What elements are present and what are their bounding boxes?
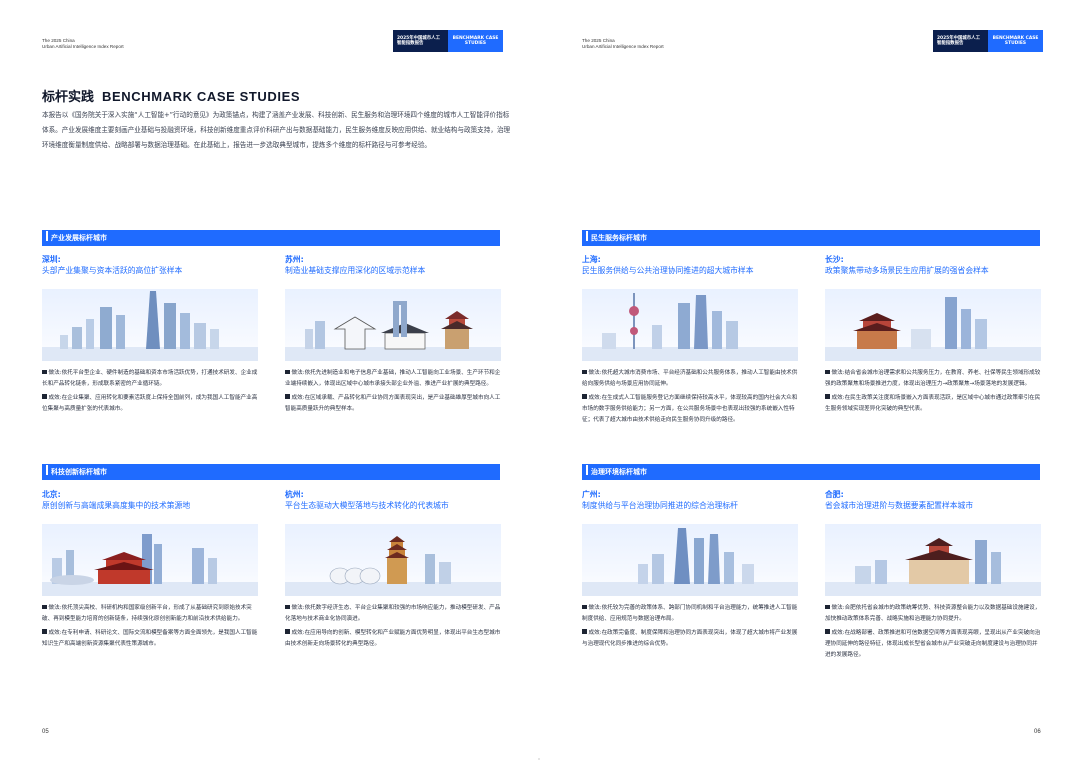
case-notes: 做法:依托数字经济生态、平台企业集聚和较强的市场响应能力，推动模型研发、产品化落… xyxy=(285,604,501,647)
case-slogan: 政策聚焦带动多场景民生应用扩展的强省会样本 xyxy=(825,266,989,275)
section-band-governance: 治理环境标杆城市 xyxy=(582,464,1040,480)
case-method: 依托超大城市消费市场、平台经济基础和公共服务体系，推动人工智能由技术供给向服务供… xyxy=(582,370,798,388)
case-result: 在政策完备度、制度保障和治理协同方面表现突出，体现了超大城市将产业发展与治理现代… xyxy=(582,629,798,647)
case-beijing: 北京: 原创创新与高端成果高度集中的技术策源地 做法:依托顶尖高校、科研机构和国… xyxy=(42,490,262,647)
right-page: The 2025 China Urban Artificial Intellig… xyxy=(540,0,1080,764)
header-subtitle: The 2025 China Urban Artificial Intellig… xyxy=(42,38,124,50)
city-skyline-image xyxy=(825,524,1041,596)
page-title-cn: 标杆实践 xyxy=(42,90,95,105)
case-method: 依托先进制造业和电子信息产业基础，推动人工智能向工业场景、生产环节和企业端持续嵌… xyxy=(285,370,501,388)
header-subtitle-line2: Urban Artificial Intelligence Index Repo… xyxy=(42,44,124,49)
city-skyline-image xyxy=(582,289,798,361)
case-method: 合肥依托省会城市的政策统筹优势、科技资源整合能力以及数据基础设施建设，加快推动政… xyxy=(825,605,1041,623)
case-city: 深圳: xyxy=(42,255,61,264)
left-page: The 2025 China Urban Artificial Intellig… xyxy=(0,0,540,764)
case-slogan: 民生服务供给与公共治理协同推进的超大城市样本 xyxy=(582,266,754,275)
city-skyline-image xyxy=(42,289,258,361)
case-method: 依托较为完善的政策体系、跨部门协同机制和平台治理能力，统筹推进人工智能制度供给、… xyxy=(582,605,798,623)
page-number: 05 xyxy=(42,729,49,735)
case-notes: 做法:结合省会城市治理需求和公共服务压力，在教育、养老、社保等民生领域形成较强的… xyxy=(825,369,1041,412)
header-report-badge: 2025年中国城市人工智能指数报告 xyxy=(933,30,988,52)
case-notes: 做法:依托超大城市消费市场、平台经济基础和公共服务体系，推动人工智能由技术供给向… xyxy=(582,369,798,424)
case-slogan: 平台生态驱动大模型落地与技术转化的代表城市 xyxy=(285,501,449,510)
case-slogan: 制造业基础支撑应用深化的区域示范样本 xyxy=(285,266,426,275)
case-slogan: 原创创新与高端成果高度集中的技术策源地 xyxy=(42,501,191,510)
city-skyline-image xyxy=(825,289,1041,361)
city-skyline-image xyxy=(285,524,501,596)
case-notes: 做法:依托较为完善的政策体系、跨部门协同机制和平台治理能力，统筹推进人工智能制度… xyxy=(582,604,798,647)
case-result: 在应用导向的创新、模型转化和产业赋能方面优势明显，体现出平台生态型城市由技术创新… xyxy=(285,629,501,647)
case-slogan: 头部产业集聚与资本活跃的高位扩张样本 xyxy=(42,266,183,275)
case-result: 在民生政策关注度和场景嵌入方面表现活跃，是区域中心城市通过政策牵引在民生服务领域… xyxy=(825,394,1041,412)
case-city: 长沙: xyxy=(825,255,844,264)
case-slogan: 省会城市治理进阶与数据要素配置样本城市 xyxy=(825,501,974,510)
case-notes: 做法:依托先进制造业和电子信息产业基础，推动人工智能向工业场景、生产环节和企业端… xyxy=(285,369,501,412)
case-method: 依托数字经济生态、平台企业集聚和较强的市场响应能力，推动模型研发、产品化落地与技… xyxy=(285,605,501,623)
header-subtitle-line2: Urban Artificial Intelligence Index Repo… xyxy=(582,44,664,49)
case-result: 在生成式人工智能服务登记方面继续保持较高水平，体现较高的国内社会大众和市场的数字… xyxy=(582,394,798,424)
header-report-badge: 2025年中国城市人工智能指数报告 xyxy=(393,30,448,52)
case-result: 在企业集聚、应用转化和要素活跃度上保持全国前列，成为我国人工智能产业高位集聚与高… xyxy=(42,394,258,412)
intro-paragraph: 本报告以《国务院关于深入实施“人工智能+”行动的意见》为政策锚点，构建了涵盖产业… xyxy=(42,111,511,149)
case-method: 依托平台型企业、硬件制造的基础和资本市场活跃优势，打通技术研发、企业成长和产品转… xyxy=(42,370,258,388)
case-notes: 做法:合肥依托省会城市的政策统筹优势、科技资源整合能力以及数据基础设施建设，加快… xyxy=(825,604,1041,659)
section-band-industry: 产业发展标杆城市 xyxy=(42,230,500,246)
gutter-mark xyxy=(538,758,540,760)
header-section-badge: BENCHMARK CASE STUDIES xyxy=(988,30,1043,52)
page-title: 标杆实践 BENCHMARK CASE STUDIES xyxy=(42,86,300,105)
section-band-innovation: 科技创新标杆城市 xyxy=(42,464,500,480)
case-shenzhen: 深圳: 头部产业集聚与资本活跃的高位扩张样本 做法:依托平台型企业、硬件制造的基… xyxy=(42,255,262,412)
page-title-en: BENCHMARK CASE STUDIES xyxy=(102,89,301,104)
case-notes: 做法:依托平台型企业、硬件制造的基础和资本市场活跃优势，打通技术研发、企业成长和… xyxy=(42,369,258,412)
case-city: 合肥: xyxy=(825,490,844,499)
case-result: 在战略部署、政策推进和可信数据空间等方面表现亮眼，呈现出从产业突破向治理协同延伸… xyxy=(825,629,1041,659)
case-result: 在区域承载、产品转化和产业协同方面表现突出，是产业基础雄厚型城市向人工智能高质量… xyxy=(285,394,501,412)
case-city: 杭州: xyxy=(285,490,304,499)
city-skyline-image xyxy=(582,524,798,596)
case-hefei: 合肥: 省会城市治理进阶与数据要素配置样本城市 做法:合肥依托省会城市的政策统筹… xyxy=(825,490,1045,658)
case-hangzhou: 杭州: 平台生态驱动大模型落地与技术转化的代表城市 做法:依托数字经济生态、平台… xyxy=(285,490,505,647)
header-subtitle: The 2025 China Urban Artificial Intellig… xyxy=(582,38,664,50)
case-method: 依托顶尖高校、科研机构和国家级创新平台，形成了从基础研究到原始技术突破、再到模型… xyxy=(42,605,252,623)
case-notes: 做法:依托顶尖高校、科研机构和国家级创新平台，形成了从基础研究到原始技术突破、再… xyxy=(42,604,258,647)
case-slogan: 制度供给与平台治理协同推进的综合治理标杆 xyxy=(582,501,738,510)
city-skyline-image xyxy=(285,289,501,361)
page-number: 06 xyxy=(1034,729,1041,735)
header-section-badge: BENCHMARK CASE STUDIES xyxy=(448,30,503,52)
case-city: 苏州: xyxy=(285,255,304,264)
case-changsha: 长沙: 政策聚焦带动多场景民生应用扩展的强省会样本 做法:结合省会城市治理需求和… xyxy=(825,255,1045,412)
case-result: 在专利申请、科研论文、国际交流和模型备案等方面全面领先，是我国人工智能知识生产和… xyxy=(42,629,258,647)
case-method: 结合省会城市治理需求和公共服务压力，在教育、养老、社保等民生领域形成较强的政策聚… xyxy=(825,370,1041,388)
case-city: 上海: xyxy=(582,255,601,264)
case-city: 北京: xyxy=(42,490,61,499)
case-suzhou: 苏州: 制造业基础支撑应用深化的区域示范样本 做法:依托先进制造业和电子信息产业… xyxy=(285,255,505,412)
case-shanghai: 上海: 民生服务供给与公共治理协同推进的超大城市样本 做法:依托超大城市消费市场… xyxy=(582,255,802,423)
city-skyline-image xyxy=(42,524,258,596)
section-band-livelihood: 民生服务标杆城市 xyxy=(582,230,1040,246)
case-guangzhou: 广州: 制度供给与平台治理协同推进的综合治理标杆 做法:依托较为完善的政策体系、… xyxy=(582,490,802,647)
case-city: 广州: xyxy=(582,490,601,499)
